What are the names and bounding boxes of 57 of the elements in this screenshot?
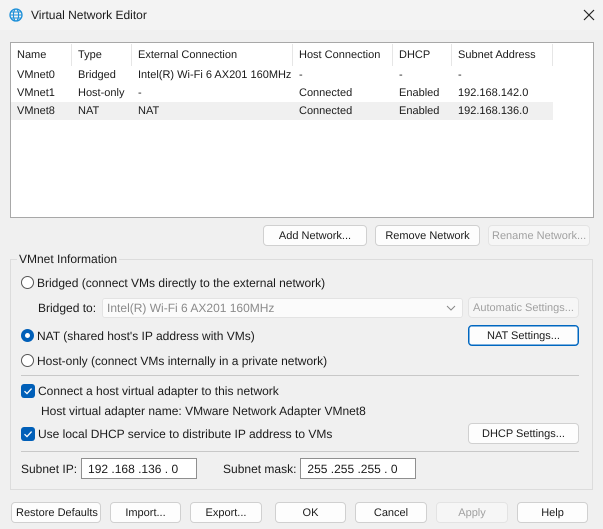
column-header[interactable]: Name xyxy=(11,44,72,66)
dialog-button[interactable]: Help xyxy=(517,502,588,523)
checkbox[interactable] xyxy=(21,384,35,398)
table-cell-text: - xyxy=(457,68,463,83)
column-header[interactable]: Host Connection xyxy=(293,44,393,66)
checkmark-icon xyxy=(23,386,33,396)
field-label: Subnet IP: xyxy=(21,462,78,476)
table-cell: 192.168.136.0 xyxy=(452,102,553,120)
table-cell-text: Connected xyxy=(298,86,354,101)
chevron-down-icon xyxy=(446,304,456,310)
column-header[interactable]: External Connection xyxy=(132,44,293,66)
dialog-button[interactable]: NAT Settings... xyxy=(468,325,579,346)
column-header[interactable]: DHCP xyxy=(393,44,452,66)
table-cell: NAT xyxy=(132,102,293,120)
dialog-button[interactable]: Add Network... xyxy=(263,225,367,246)
radio-button[interactable] xyxy=(21,276,34,289)
table-cell-text: Intel(R) Wi-Fi 6 AX201 160MHz xyxy=(137,68,292,83)
column-header[interactable]: Type xyxy=(72,44,132,66)
table-cell: Connected xyxy=(293,102,393,120)
table-cell-text: Host-only xyxy=(77,86,126,101)
subnet-mask-field[interactable]: 255 .255 .255 . 0 xyxy=(300,458,416,479)
radio-label: Host-only (connect VMs internally in a private network) xyxy=(37,354,328,368)
window-title: Virtual Network Editor xyxy=(31,8,148,22)
table-cell-text: VMnet0 xyxy=(16,68,56,83)
dialog-button[interactable]: OK xyxy=(275,502,346,523)
globe-icon xyxy=(9,8,23,22)
table-cell-text: Bridged xyxy=(77,68,117,83)
checkbox-label: Connect a host virtual adapter to this network xyxy=(38,384,279,398)
dialog-button[interactable]: Cancel xyxy=(355,502,427,523)
checkbox-label: Use local DHCP service to distribute IP address to VMs xyxy=(38,426,332,440)
adapter-name-text: Host virtual adapter name: VMware Network Adapter VMnet8 xyxy=(41,403,367,420)
checkbox[interactable] xyxy=(21,426,35,440)
column-header[interactable]: Subnet Address xyxy=(452,44,553,66)
table-cell-text: - xyxy=(298,68,304,83)
close-icon[interactable] xyxy=(583,9,595,21)
dialog-button[interactable]: Import... xyxy=(110,502,181,523)
table-cell-text: Enabled xyxy=(398,86,440,101)
field-label: Subnet mask: xyxy=(223,462,296,476)
radio-label: Bridged (connect VMs directly to the external network) xyxy=(37,276,326,290)
radio-button[interactable] xyxy=(21,329,34,342)
table-cell-text: - xyxy=(398,68,404,83)
dialog-button[interactable]: Remove Network xyxy=(375,225,480,246)
radio-label: NAT (shared host's IP address with VMs) xyxy=(37,328,255,342)
table-cell-text: - xyxy=(137,86,143,101)
subnet-ip-field[interactable]: 192 .168 .136 . 0 xyxy=(81,458,198,479)
dialog-button[interactable]: Restore Defaults xyxy=(11,502,101,523)
field-label: Bridged to: xyxy=(38,300,96,314)
group-title: VMnet Information xyxy=(18,252,118,266)
table-cell-text: VMnet1 xyxy=(16,86,56,101)
dialog-button[interactable]: Export... xyxy=(190,502,262,523)
checkmark-icon xyxy=(23,428,33,438)
table-cell-text: 192.168.142.0 xyxy=(457,86,530,101)
table-cell: Enabled xyxy=(393,102,452,120)
table-cell: NAT xyxy=(72,102,132,120)
table-cell: VMnet8 xyxy=(11,102,72,120)
dialog-button[interactable]: DHCP Settings... xyxy=(468,423,579,444)
radio-button[interactable] xyxy=(21,354,34,367)
